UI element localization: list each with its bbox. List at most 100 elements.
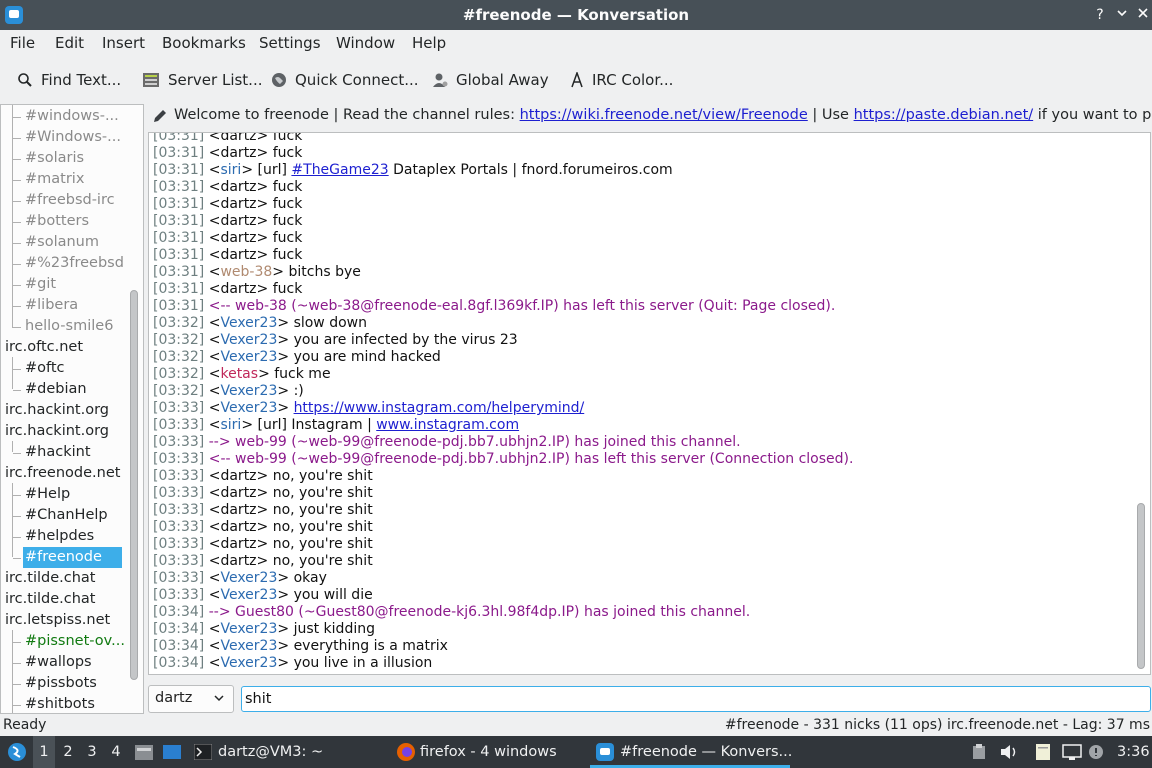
tree-server-item[interactable]: irc.oftc.net bbox=[5, 337, 83, 358]
irc-color-button[interactable]: IRC Color... bbox=[570, 68, 673, 92]
topic-link-wiki[interactable]: https://wiki.freenode.net/view/Freenode bbox=[520, 107, 808, 123]
nickname[interactable]: dartz bbox=[220, 133, 256, 144]
start-menu-button[interactable] bbox=[4, 736, 30, 768]
task-konversation[interactable]: #freenode — Konvers... bbox=[596, 736, 792, 768]
task-firefox[interactable]: firefox - 4 windows bbox=[396, 736, 557, 768]
channel-tree[interactable]: #windows-... #Windows-... #solaris #matrix #… bbox=[0, 104, 144, 714]
nickname[interactable]: Vexer23 bbox=[220, 638, 277, 654]
tree-channel-item[interactable]: #hackint bbox=[25, 442, 91, 463]
global-away-button[interactable]: Global Away bbox=[432, 68, 549, 92]
nickname[interactable]: dartz bbox=[220, 502, 256, 518]
tree-channel-item[interactable]: #botters bbox=[25, 211, 89, 232]
tree-scrollbar[interactable] bbox=[130, 290, 138, 680]
tree-server-item[interactable]: irc.tilde.chat bbox=[5, 568, 95, 589]
tree-server-item[interactable]: irc.tilde.chat bbox=[5, 589, 95, 610]
tree-channel-item[interactable]: #helpdes bbox=[25, 526, 94, 547]
chat-scrollbar[interactable] bbox=[1137, 503, 1145, 669]
nickname[interactable]: Vexer23 bbox=[220, 383, 277, 399]
tree-channel-item[interactable]: #git bbox=[25, 274, 56, 295]
nickname[interactable]: Vexer23 bbox=[220, 621, 277, 637]
menu-insert[interactable]: Insert bbox=[102, 34, 145, 52]
tray-notes[interactable] bbox=[1034, 736, 1052, 768]
nickname[interactable]: dartz bbox=[220, 281, 256, 297]
tray-volume[interactable] bbox=[1000, 736, 1018, 768]
timestamp: [03:33] bbox=[153, 553, 205, 569]
nickname[interactable]: dartz bbox=[220, 247, 256, 263]
menu-bookmarks[interactable]: Bookmarks bbox=[162, 34, 246, 52]
nickname[interactable]: web-38 bbox=[220, 264, 272, 280]
tree-channel-item[interactable]: #solanum bbox=[25, 232, 99, 253]
tree-channel-item[interactable]: #shitbots bbox=[25, 694, 95, 713]
tree-channel-item[interactable]: #pissbots bbox=[25, 673, 97, 694]
message-link[interactable]: https://www.instagram.com/helperymind/ bbox=[294, 400, 585, 416]
message-link[interactable]: www.instagram.com bbox=[376, 417, 519, 433]
message-link[interactable]: #TheGame23 bbox=[291, 162, 388, 178]
tree-channel-item[interactable]: #debian bbox=[25, 379, 87, 400]
nickname[interactable]: ketas bbox=[220, 366, 258, 382]
nickname[interactable]: dartz bbox=[220, 145, 256, 161]
nickname[interactable]: dartz bbox=[220, 485, 256, 501]
tree-channel-item[interactable]: #pissnet-ov... bbox=[25, 631, 125, 652]
topic-link-paste[interactable]: https://paste.debian.net/ bbox=[854, 107, 1034, 123]
task-terminal[interactable]: dartz@VM3: ~ bbox=[194, 736, 323, 768]
tree-server-item[interactable]: irc.hackint.org bbox=[5, 400, 109, 421]
tray-notifications[interactable] bbox=[1088, 736, 1104, 768]
tree-channel-item[interactable]: #freenode bbox=[23, 547, 122, 568]
desktop-1[interactable]: 1 bbox=[33, 736, 55, 768]
help-window-button[interactable]: ? bbox=[1090, 5, 1110, 25]
tree-channel-item[interactable]: #Help bbox=[25, 484, 70, 505]
menu-window[interactable]: Window bbox=[336, 34, 395, 52]
nickname[interactable]: dartz bbox=[220, 536, 256, 552]
tree-server-item[interactable]: irc.letspiss.net bbox=[5, 610, 110, 631]
nickname[interactable]: Vexer23 bbox=[220, 400, 277, 416]
nickname[interactable]: dartz bbox=[220, 553, 256, 569]
nickname[interactable]: Vexer23 bbox=[220, 332, 277, 348]
nickname[interactable]: dartz bbox=[220, 213, 256, 229]
nickname[interactable]: dartz bbox=[220, 230, 256, 246]
tree-channel-item[interactable]: #windows-... bbox=[25, 106, 119, 127]
tree-channel-item[interactable]: hello-smile6 bbox=[25, 316, 113, 337]
menu-file[interactable]: File bbox=[10, 34, 35, 52]
tree-channel-item[interactable]: #ChanHelp bbox=[25, 505, 108, 526]
tree-channel-item[interactable]: #freebsd-irc bbox=[25, 190, 115, 211]
tree-channel-item[interactable]: #wallops bbox=[25, 652, 92, 673]
quick-connect-button[interactable]: Quick Connect... bbox=[271, 68, 419, 92]
clock[interactable]: 3:36 bbox=[1117, 736, 1150, 768]
nickname[interactable]: dartz bbox=[220, 196, 256, 212]
menu-edit[interactable]: Edit bbox=[55, 34, 84, 52]
desktop-2[interactable]: 2 bbox=[57, 736, 79, 768]
nickname[interactable]: dartz bbox=[220, 468, 256, 484]
tree-server-item[interactable]: irc.hackint.org bbox=[5, 421, 109, 442]
menu-settings[interactable]: Settings bbox=[259, 34, 321, 52]
nickname[interactable]: Vexer23 bbox=[220, 315, 277, 331]
nickname-select[interactable]: dartz bbox=[148, 685, 234, 713]
nickname[interactable]: dartz bbox=[220, 519, 256, 535]
minimize-button[interactable] bbox=[1112, 5, 1132, 25]
nickname[interactable]: siri bbox=[220, 162, 241, 178]
desktop-3[interactable]: 3 bbox=[81, 736, 103, 768]
tree-server-item[interactable]: irc.freenode.net bbox=[5, 463, 120, 484]
tree-channel-item[interactable]: #matrix bbox=[25, 169, 84, 190]
nickname[interactable]: siri bbox=[220, 417, 241, 433]
nickname[interactable]: Vexer23 bbox=[220, 587, 277, 603]
file-manager-launcher[interactable] bbox=[134, 736, 154, 768]
nickname[interactable]: Vexer23 bbox=[220, 655, 277, 671]
message-input[interactable] bbox=[241, 686, 1151, 712]
tree-channel-item[interactable]: #Windows-... bbox=[25, 127, 121, 148]
tray-clipboard[interactable] bbox=[972, 736, 986, 768]
nickname[interactable]: dartz bbox=[220, 179, 256, 195]
tree-channel-item[interactable]: #libera bbox=[25, 295, 78, 316]
tree-channel-item[interactable]: #oftc bbox=[25, 358, 65, 379]
desktop-4[interactable]: 4 bbox=[105, 736, 127, 768]
nickname[interactable]: Vexer23 bbox=[220, 349, 277, 365]
server-list-button[interactable]: Server List... bbox=[142, 68, 262, 92]
menu-help[interactable]: Help bbox=[412, 34, 446, 52]
chat-log[interactable]: [03:31] <dartz> fuck [03:31] <dartz> fuck… bbox=[148, 132, 1151, 675]
tree-channel-item[interactable]: #solaris bbox=[25, 148, 84, 169]
show-desktop-launcher[interactable] bbox=[162, 736, 182, 768]
tree-channel-item[interactable]: #%23freebsd bbox=[25, 253, 124, 274]
tray-network[interactable] bbox=[1062, 736, 1082, 768]
find-text-button[interactable]: Find Text... bbox=[17, 68, 121, 92]
close-button[interactable] bbox=[1133, 5, 1152, 25]
nickname[interactable]: Vexer23 bbox=[220, 570, 277, 586]
